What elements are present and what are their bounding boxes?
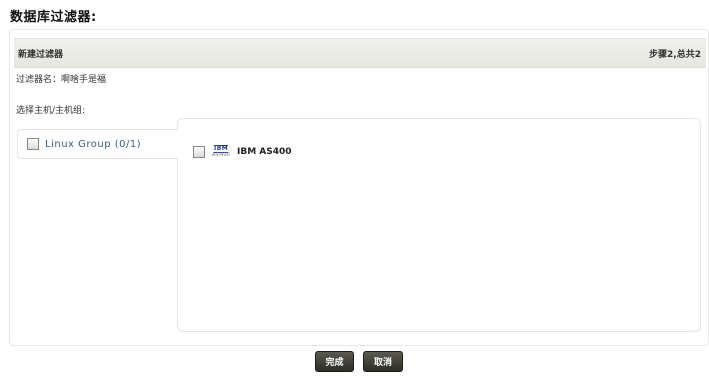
host-checkbox[interactable]	[193, 146, 205, 158]
host-group-list: Linux Group (0/1)	[13, 127, 179, 335]
host-list-area: IBM AS/400 IBM AS400	[177, 118, 701, 332]
select-hosts-label: 选择主机/主机组:	[16, 106, 86, 116]
panel-header-title: 新建过滤器	[18, 49, 64, 60]
group-item-linux[interactable]: Linux Group (0/1)	[17, 129, 179, 159]
filter-name-label: 过滤器名：	[16, 75, 62, 85]
finish-button[interactable]: 完成	[315, 351, 354, 372]
step-indicator: 步骤2,总共2	[649, 49, 701, 60]
page-title: 数据库过滤器:	[10, 10, 97, 25]
panel-header: 新建过滤器 步骤2,总共2	[14, 38, 706, 68]
host-item-ibm-as400[interactable]: IBM AS/400 IBM AS400	[193, 145, 292, 159]
filter-name-value: 啊啥手是福	[61, 75, 107, 85]
ibm-as400-icon: IBM AS/400	[212, 145, 232, 159]
host-label[interactable]: IBM AS400	[237, 147, 292, 157]
group-checkbox[interactable]	[27, 138, 39, 150]
group-label[interactable]: Linux Group (0/1)	[45, 139, 141, 150]
as400-logo-subtext: AS/400	[212, 152, 230, 158]
filter-name-line: 过滤器名：啊啥手是福	[16, 72, 106, 85]
filter-panel: 新建过滤器 步骤2,总共2 过滤器名：啊啥手是福 选择主机/主机组: Linux…	[9, 29, 709, 346]
cancel-button[interactable]: 取消	[363, 351, 403, 372]
